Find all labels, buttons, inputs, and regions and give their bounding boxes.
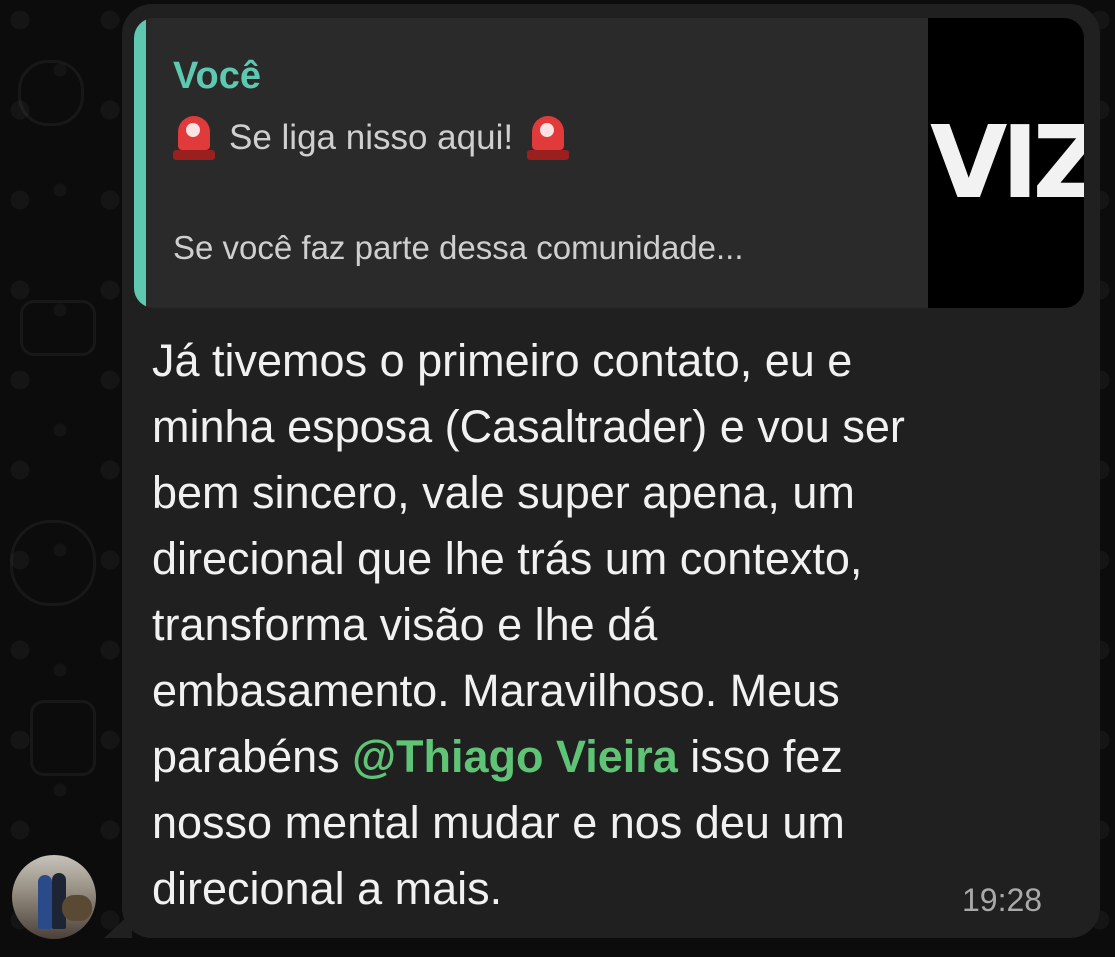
message-timestamp: 19:28 bbox=[962, 882, 1043, 918]
quote-accent-bar bbox=[134, 18, 146, 308]
wallpaper-doodle bbox=[10, 520, 96, 606]
quote-thumbnail: VIZ bbox=[928, 18, 1084, 308]
quote-sender-name: Você bbox=[173, 55, 262, 97]
wallpaper-doodle bbox=[18, 60, 84, 126]
siren-icon bbox=[527, 114, 570, 162]
quoted-reply[interactable]: Você Se liga nisso aqui! Se você faz par… bbox=[134, 18, 1084, 308]
siren-icon bbox=[173, 114, 215, 162]
avatar-bull-statue bbox=[62, 895, 92, 921]
wallpaper-doodle bbox=[30, 700, 96, 776]
quote-title-line: Se liga nisso aqui! bbox=[173, 114, 570, 162]
message-text-part: Já tivemos o primeiro contato, eu e minh… bbox=[152, 335, 905, 782]
wallpaper-doodle bbox=[20, 300, 96, 356]
sender-avatar[interactable] bbox=[12, 855, 96, 939]
avatar-person bbox=[38, 875, 52, 929]
mention-link[interactable]: @Thiago Vieira bbox=[352, 731, 678, 782]
message-text: Já tivemos o primeiro contato, eu e minh… bbox=[152, 328, 1052, 922]
quote-preview-text: Se você faz parte dessa comunidade... bbox=[173, 229, 744, 266]
quote-title-text: Se liga nisso aqui! bbox=[229, 118, 514, 157]
thumbnail-logo-text: VIZ bbox=[930, 104, 1084, 221]
